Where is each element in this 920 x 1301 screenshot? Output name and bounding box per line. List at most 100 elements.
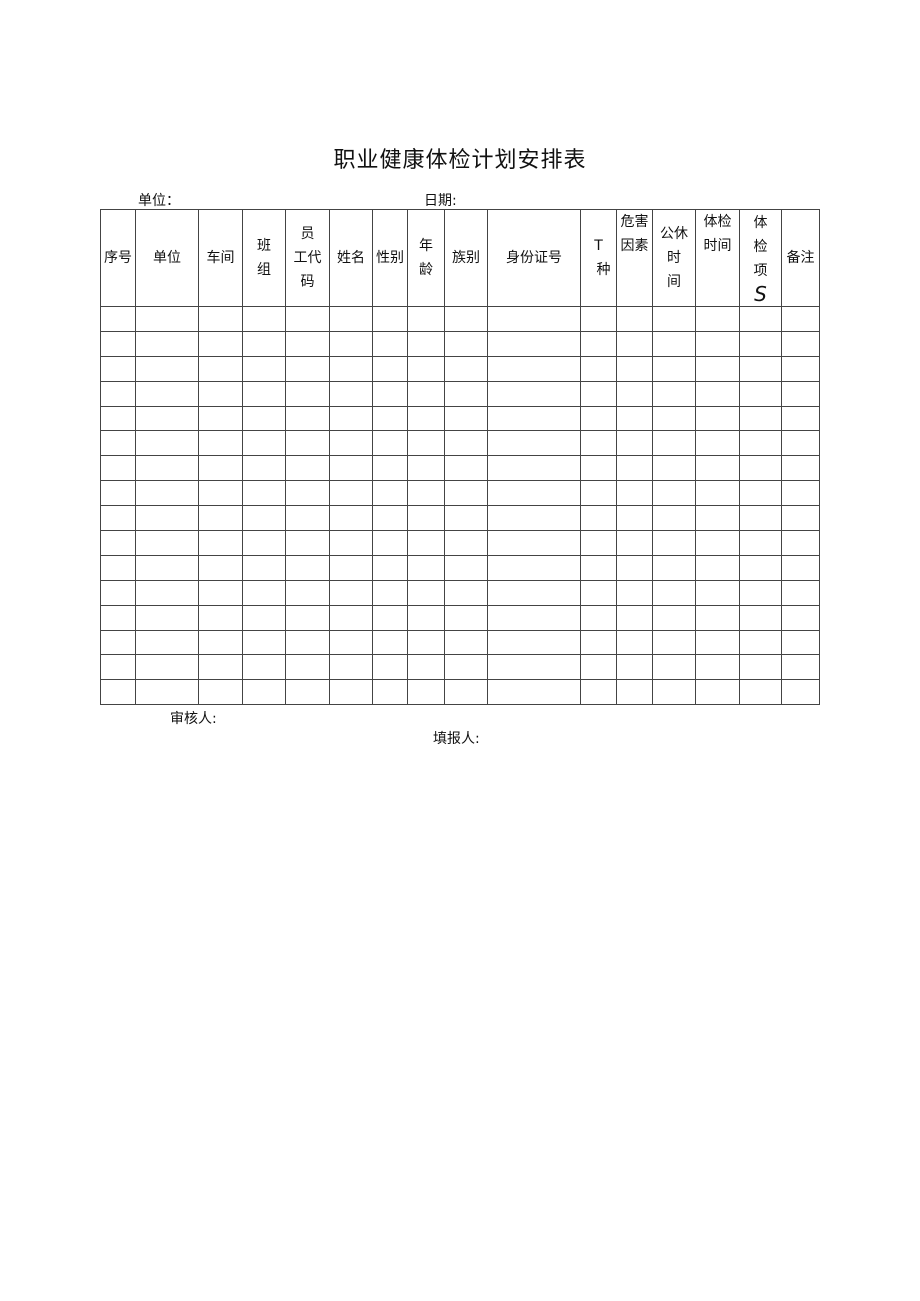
table-cell[interactable] xyxy=(242,355,286,382)
table-cell[interactable] xyxy=(695,530,740,556)
table-cell[interactable] xyxy=(616,579,653,606)
table-cell[interactable] xyxy=(372,330,408,357)
table-cell[interactable] xyxy=(781,405,820,432)
table-cell[interactable] xyxy=(444,306,488,332)
table-cell[interactable] xyxy=(739,380,782,407)
table-cell[interactable] xyxy=(616,554,653,581)
table-cell[interactable] xyxy=(781,530,820,556)
table-cell[interactable] xyxy=(198,604,243,631)
table-cell[interactable] xyxy=(198,629,243,656)
table-cell[interactable] xyxy=(329,530,373,556)
table-cell[interactable] xyxy=(135,530,199,556)
table-cell[interactable] xyxy=(444,505,488,532)
table-cell[interactable] xyxy=(616,455,653,482)
table-cell[interactable] xyxy=(372,480,408,507)
table-cell[interactable] xyxy=(580,480,617,507)
table-cell[interactable] xyxy=(616,505,653,532)
table-cell[interactable] xyxy=(285,505,330,532)
table-cell[interactable] xyxy=(135,679,199,706)
table-cell[interactable] xyxy=(652,405,696,432)
table-cell[interactable] xyxy=(242,554,286,581)
table-cell[interactable] xyxy=(444,455,488,482)
table-cell[interactable] xyxy=(407,480,445,507)
table-cell[interactable] xyxy=(135,355,199,382)
table-cell[interactable] xyxy=(329,480,373,507)
table-cell[interactable] xyxy=(781,629,820,656)
table-cell[interactable] xyxy=(487,629,581,656)
table-cell[interactable] xyxy=(242,455,286,482)
table-cell[interactable] xyxy=(135,306,199,332)
table-cell[interactable] xyxy=(695,629,740,656)
table-cell[interactable] xyxy=(580,679,617,706)
table-cell[interactable] xyxy=(652,505,696,532)
table-cell[interactable] xyxy=(198,505,243,532)
table-cell[interactable] xyxy=(329,629,373,656)
table-cell[interactable] xyxy=(444,604,488,631)
table-cell[interactable] xyxy=(242,330,286,357)
table-cell[interactable] xyxy=(487,554,581,581)
table-cell[interactable] xyxy=(285,330,330,357)
table-cell[interactable] xyxy=(285,355,330,382)
table-cell[interactable] xyxy=(407,629,445,656)
table-cell[interactable] xyxy=(695,330,740,357)
table-cell[interactable] xyxy=(100,306,136,332)
table-cell[interactable] xyxy=(372,380,408,407)
table-cell[interactable] xyxy=(652,530,696,556)
table-cell[interactable] xyxy=(616,629,653,656)
table-cell[interactable] xyxy=(372,604,408,631)
table-cell[interactable] xyxy=(652,480,696,507)
table-cell[interactable] xyxy=(407,579,445,606)
table-cell[interactable] xyxy=(616,679,653,706)
table-cell[interactable] xyxy=(198,405,243,432)
table-cell[interactable] xyxy=(198,679,243,706)
table-cell[interactable] xyxy=(100,380,136,407)
table-cell[interactable] xyxy=(444,480,488,507)
table-cell[interactable] xyxy=(329,654,373,681)
table-cell[interactable] xyxy=(652,355,696,382)
table-cell[interactable] xyxy=(695,554,740,581)
table-cell[interactable] xyxy=(407,505,445,532)
table-cell[interactable] xyxy=(242,679,286,706)
table-cell[interactable] xyxy=(100,430,136,457)
table-cell[interactable] xyxy=(580,530,617,556)
table-cell[interactable] xyxy=(695,355,740,382)
table-cell[interactable] xyxy=(487,380,581,407)
table-cell[interactable] xyxy=(285,380,330,407)
table-cell[interactable] xyxy=(242,405,286,432)
table-cell[interactable] xyxy=(781,654,820,681)
table-cell[interactable] xyxy=(285,306,330,332)
table-cell[interactable] xyxy=(372,455,408,482)
table-cell[interactable] xyxy=(198,554,243,581)
table-cell[interactable] xyxy=(135,505,199,532)
table-cell[interactable] xyxy=(695,654,740,681)
table-cell[interactable] xyxy=(329,306,373,332)
table-cell[interactable] xyxy=(135,579,199,606)
table-cell[interactable] xyxy=(329,430,373,457)
table-cell[interactable] xyxy=(285,405,330,432)
table-cell[interactable] xyxy=(580,654,617,681)
table-cell[interactable] xyxy=(652,654,696,681)
table-cell[interactable] xyxy=(652,604,696,631)
table-cell[interactable] xyxy=(407,355,445,382)
table-cell[interactable] xyxy=(781,604,820,631)
table-cell[interactable] xyxy=(444,554,488,581)
table-cell[interactable] xyxy=(487,355,581,382)
table-cell[interactable] xyxy=(285,480,330,507)
table-cell[interactable] xyxy=(444,530,488,556)
table-cell[interactable] xyxy=(407,405,445,432)
table-cell[interactable] xyxy=(329,604,373,631)
table-cell[interactable] xyxy=(100,480,136,507)
table-cell[interactable] xyxy=(781,554,820,581)
table-cell[interactable] xyxy=(242,629,286,656)
table-cell[interactable] xyxy=(372,654,408,681)
table-cell[interactable] xyxy=(781,380,820,407)
table-cell[interactable] xyxy=(781,330,820,357)
table-cell[interactable] xyxy=(198,455,243,482)
table-cell[interactable] xyxy=(616,405,653,432)
table-cell[interactable] xyxy=(487,330,581,357)
table-cell[interactable] xyxy=(580,505,617,532)
table-cell[interactable] xyxy=(198,306,243,332)
table-cell[interactable] xyxy=(285,455,330,482)
table-cell[interactable] xyxy=(739,430,782,457)
table-cell[interactable] xyxy=(285,579,330,606)
